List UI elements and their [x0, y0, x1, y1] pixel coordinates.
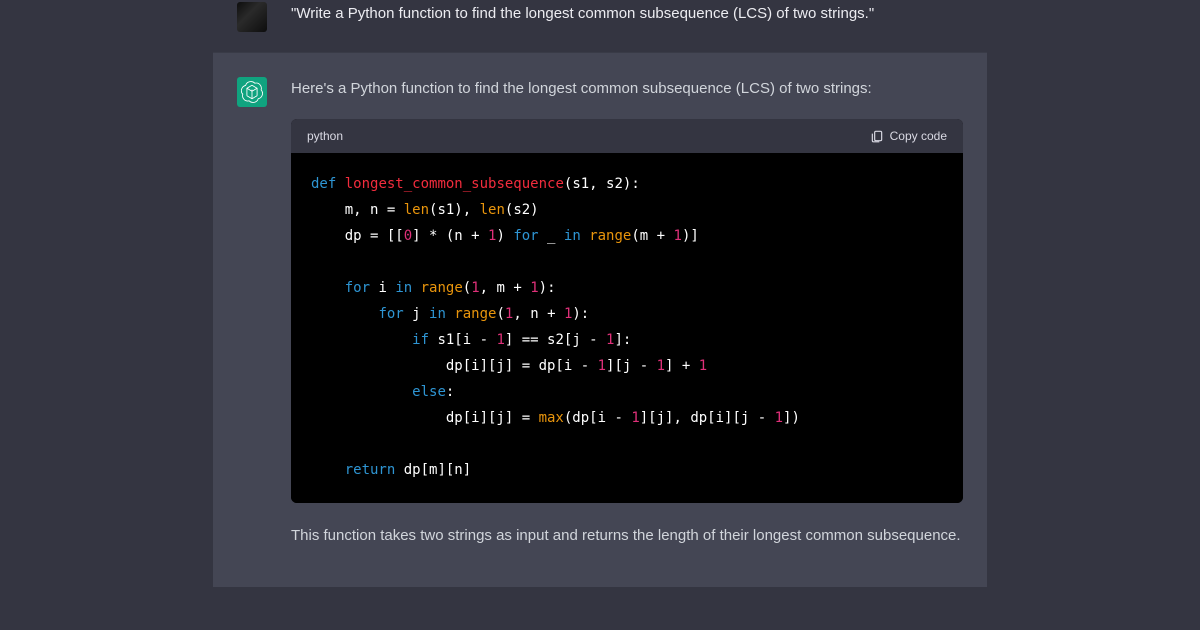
assistant-message: Here's a Python function to find the lon…	[213, 52, 987, 587]
assistant-intro-text: Here's a Python function to find the lon…	[291, 78, 963, 101]
openai-logo-icon	[241, 81, 263, 103]
user-avatar	[237, 2, 267, 32]
copy-code-label: Copy code	[890, 127, 947, 145]
chat-viewport: "Write a Python function to find the lon…	[213, 0, 987, 630]
assistant-outro-text: This function takes two strings as input…	[291, 525, 963, 548]
copy-code-button[interactable]: Copy code	[870, 127, 947, 145]
code-block: python Copy code def longest_common_subs…	[291, 119, 963, 503]
code-header: python Copy code	[291, 119, 963, 153]
clipboard-icon	[870, 129, 884, 143]
code-language-label: python	[307, 127, 343, 145]
assistant-avatar	[237, 77, 267, 107]
user-message-text: "Write a Python function to find the lon…	[291, 5, 874, 22]
code-body[interactable]: def longest_common_subsequence(s1, s2): …	[291, 153, 963, 503]
user-message: "Write a Python function to find the lon…	[213, 0, 987, 52]
